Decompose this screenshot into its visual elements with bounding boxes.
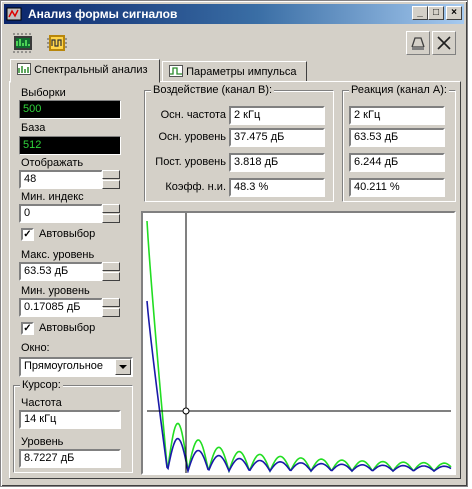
stimulus-fundamental-freq-label: Осн. частота bbox=[160, 109, 226, 121]
base-display: 512 bbox=[19, 136, 121, 155]
spectrum-plot-canvas[interactable] bbox=[143, 213, 454, 475]
spectrum-tab-icon bbox=[17, 63, 31, 75]
min-level-input[interactable]: 0.17085 дБ bbox=[19, 298, 103, 317]
tab-pulse-parameters[interactable]: Параметры импульса bbox=[162, 61, 307, 82]
spin-down-button[interactable] bbox=[102, 308, 120, 317]
response-spectrum-curve bbox=[146, 220, 452, 474]
stimulus-thd-label: Коэфф. н.и. bbox=[165, 181, 226, 193]
pulse-chip-icon bbox=[47, 35, 67, 51]
print-icon bbox=[411, 37, 425, 50]
dropdown-button[interactable] bbox=[115, 359, 131, 375]
min-level-spinner[interactable] bbox=[102, 298, 120, 317]
autoselect-level-checkbox[interactable]: ✓ bbox=[21, 322, 34, 335]
window-function-label: Окно: bbox=[21, 342, 50, 354]
close-panel-button[interactable] bbox=[432, 31, 456, 55]
max-level-label: Макс. уровень bbox=[21, 249, 95, 261]
close-button[interactable]: × bbox=[446, 6, 462, 20]
stimulus-dc-level-label: Пост. уровень bbox=[155, 156, 226, 168]
app-window: Анализ формы сигналов _ □ × Спектральный… bbox=[0, 0, 468, 487]
cursor-marker[interactable] bbox=[182, 407, 190, 415]
window-function-select[interactable]: Прямоугольное bbox=[19, 357, 133, 377]
stimulus-spectrum-curve bbox=[146, 300, 452, 475]
display-count-spinner[interactable] bbox=[102, 170, 120, 189]
response-dc-level-value: 6.244 дБ bbox=[349, 153, 445, 172]
tab-spectral-analysis[interactable]: Спектральный анализ bbox=[10, 59, 160, 83]
tab-label: Параметры импульса bbox=[186, 66, 297, 78]
response-fundamental-level-value: 63.53 дБ bbox=[349, 128, 445, 147]
spin-up-button[interactable] bbox=[102, 204, 120, 213]
stimulus-thd-value: 48.3 % bbox=[229, 178, 325, 197]
samples-label: Выборки bbox=[21, 87, 66, 99]
spectrum-plot[interactable] bbox=[141, 211, 456, 475]
maximize-button[interactable]: □ bbox=[428, 6, 444, 20]
display-count-label: Отображать bbox=[21, 157, 84, 169]
cursor-frequency-label: Частота bbox=[21, 397, 62, 409]
stimulus-fundamental-freq-value: 2 кГц bbox=[229, 106, 325, 125]
response-thd-value: 40.211 % bbox=[349, 178, 445, 197]
max-level-spinner[interactable] bbox=[102, 262, 120, 281]
min-level-label: Мин. уровень bbox=[21, 285, 90, 297]
window-title: Анализ формы сигналов bbox=[28, 7, 178, 21]
spectrum-chip-icon bbox=[13, 33, 32, 53]
tab-label: Спектральный анализ bbox=[34, 64, 148, 76]
base-label: База bbox=[21, 122, 46, 134]
print-button[interactable] bbox=[406, 31, 430, 55]
spin-up-button[interactable] bbox=[102, 298, 120, 307]
window-function-value: Прямоугольное bbox=[24, 360, 104, 372]
autoselect-level-label: Автовыбор bbox=[39, 322, 96, 334]
spin-down-button[interactable] bbox=[102, 272, 120, 281]
chevron-down-icon bbox=[119, 365, 127, 369]
stimulus-fundamental-level-label: Осн. уровень bbox=[158, 131, 227, 143]
app-icon bbox=[6, 7, 22, 21]
spin-up-button[interactable] bbox=[102, 262, 120, 271]
minimize-button[interactable]: _ bbox=[412, 6, 428, 20]
response-group-title: Реакция (канал A): bbox=[349, 84, 449, 96]
samples-display: 500 bbox=[19, 100, 121, 119]
cursor-level-field[interactable]: 8.7227 дБ bbox=[19, 449, 121, 468]
min-index-spinner[interactable] bbox=[102, 204, 120, 223]
stimulus-fundamental-level-value: 37.475 дБ bbox=[229, 128, 325, 147]
stimulus-dc-level-value: 3.818 дБ bbox=[229, 153, 325, 172]
autoselect-index-checkbox[interactable]: ✓ bbox=[21, 228, 34, 241]
min-index-label: Мин. индекс bbox=[21, 191, 84, 203]
cursor-level-label: Уровень bbox=[21, 436, 64, 448]
pulse-chip-button[interactable] bbox=[45, 31, 69, 55]
spectrum-chip-button[interactable] bbox=[11, 31, 35, 55]
cursor-frequency-field[interactable]: 14 кГц bbox=[19, 410, 121, 429]
pulse-tab-icon bbox=[169, 65, 183, 77]
autoselect-index-label: Автовыбор bbox=[39, 228, 96, 240]
min-index-input[interactable]: 0 bbox=[19, 204, 103, 223]
display-count-input[interactable]: 48 bbox=[19, 170, 103, 189]
spin-down-button[interactable] bbox=[102, 214, 120, 223]
title-bar[interactable]: Анализ формы сигналов _ □ × bbox=[4, 4, 464, 24]
stimulus-group-title: Воздействие (канал B): bbox=[151, 84, 275, 96]
max-level-input[interactable]: 63.53 дБ bbox=[19, 262, 103, 281]
response-fundamental-freq-value: 2 кГц bbox=[349, 106, 445, 125]
close-panel-icon bbox=[437, 36, 451, 50]
spin-down-button[interactable] bbox=[102, 180, 120, 189]
spin-up-button[interactable] bbox=[102, 170, 120, 179]
cursor-group-title: Курсор: bbox=[20, 379, 63, 391]
